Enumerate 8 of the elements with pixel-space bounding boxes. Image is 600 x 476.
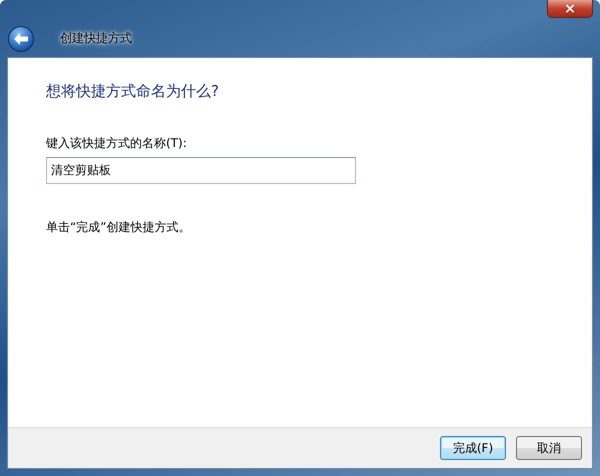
window-title: 创建快捷方式 <box>60 30 132 47</box>
instruction-text: 单击“完成”创建快捷方式。 <box>46 219 192 236</box>
field-label: 键入该快捷方式的名称(T): <box>46 135 188 152</box>
finish-button[interactable]: 完成(F) <box>440 436 506 460</box>
name-input-field[interactable]: 清空剪贴板 <box>46 157 356 184</box>
page-heading: 想将快捷方式命名为什么? <box>46 82 220 101</box>
close-button[interactable]: × <box>547 0 593 18</box>
cancel-button[interactable]: 取消 <box>516 436 582 460</box>
